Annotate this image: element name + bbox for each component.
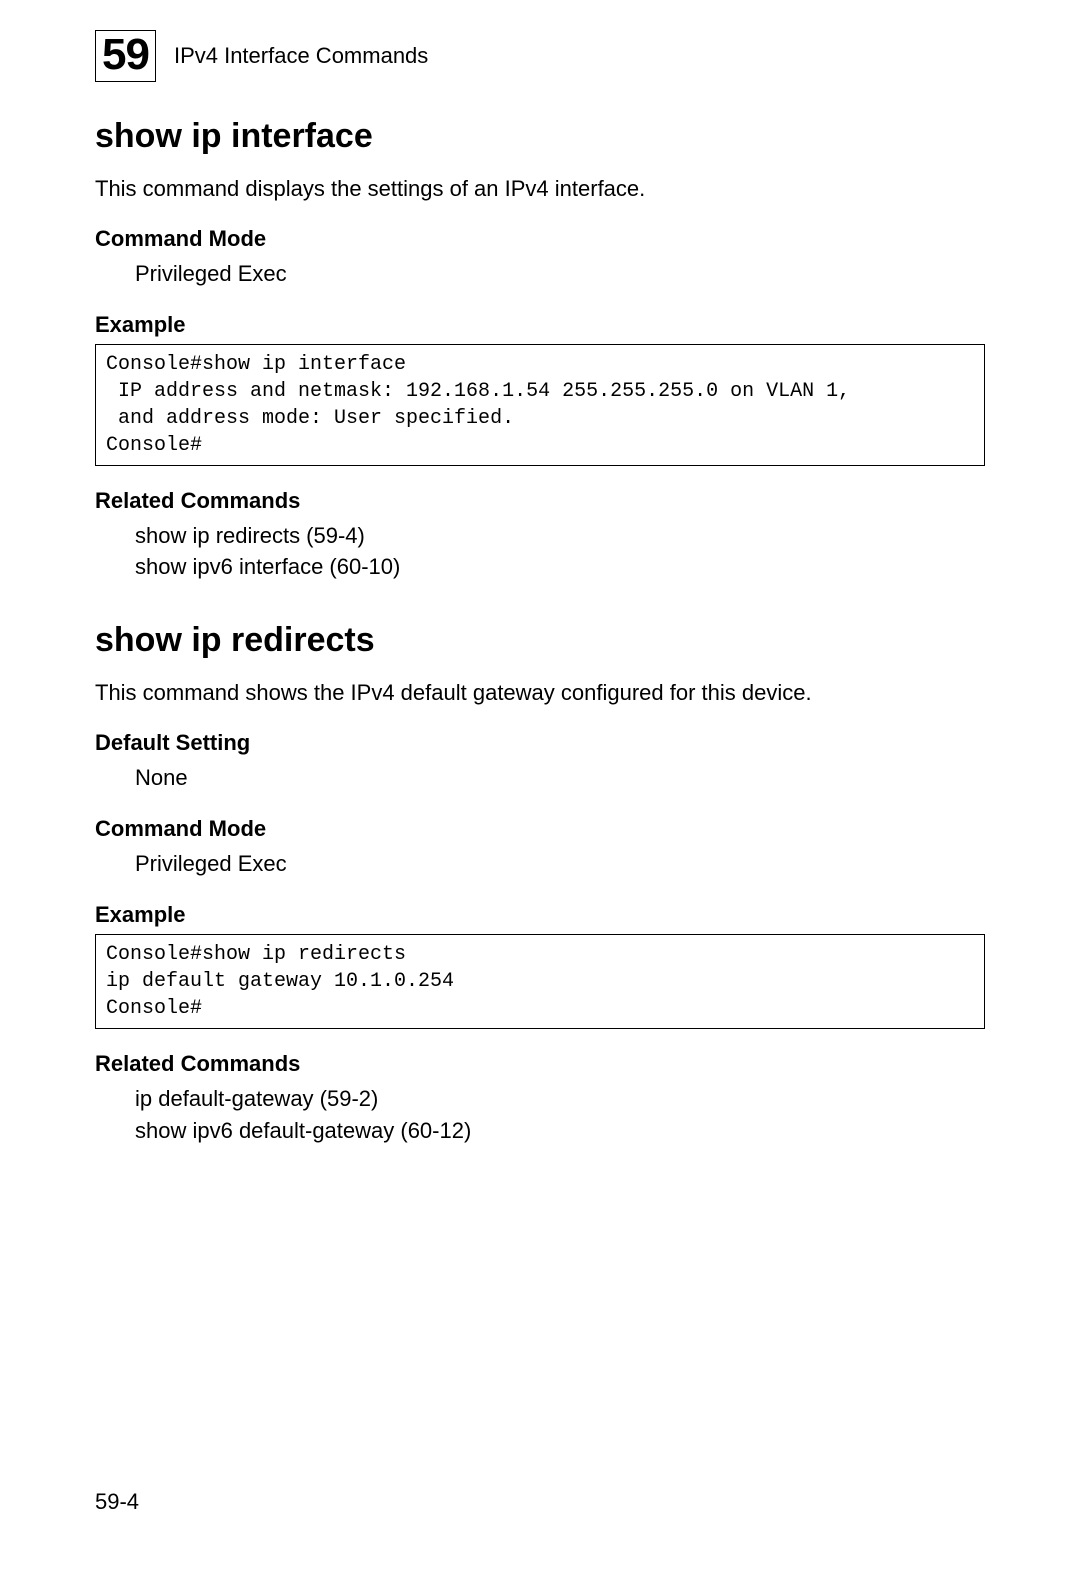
chapter-title: IPv4 Interface Commands xyxy=(174,43,428,69)
related-command-link: ip default-gateway (59-2) xyxy=(135,1083,985,1115)
running-header: 59 IPv4 Interface Commands xyxy=(95,30,985,82)
section-show-ip-interface: show ip interface This command displays … xyxy=(95,117,985,583)
section-description: This command shows the IPv4 default gate… xyxy=(95,678,985,708)
section-title: show ip interface xyxy=(95,117,985,156)
related-command-link: show ip redirects (59-4) xyxy=(135,520,985,552)
code-example: Console#show ip redirects ip default gat… xyxy=(95,934,985,1029)
related-command-link: show ipv6 default-gateway (60-12) xyxy=(135,1115,985,1147)
label-example: Example xyxy=(95,312,985,338)
label-related-commands: Related Commands xyxy=(95,488,985,514)
label-default-setting: Default Setting xyxy=(95,730,985,756)
related-command-link: show ipv6 interface (60-10) xyxy=(135,551,985,583)
document-page: 59 IPv4 Interface Commands show ip inter… xyxy=(0,0,1080,1570)
code-example: Console#show ip interface IP address and… xyxy=(95,344,985,466)
section-show-ip-redirects: show ip redirects This command shows the… xyxy=(95,621,985,1146)
page-number: 59-4 xyxy=(95,1489,139,1515)
value-command-mode: Privileged Exec xyxy=(135,848,985,880)
label-command-mode: Command Mode xyxy=(95,816,985,842)
label-example: Example xyxy=(95,902,985,928)
section-description: This command displays the settings of an… xyxy=(95,174,985,204)
label-command-mode: Command Mode xyxy=(95,226,985,252)
section-title: show ip redirects xyxy=(95,621,985,660)
value-command-mode: Privileged Exec xyxy=(135,258,985,290)
value-default-setting: None xyxy=(135,762,985,794)
label-related-commands: Related Commands xyxy=(95,1051,985,1077)
chapter-number-box: 59 xyxy=(95,30,156,82)
